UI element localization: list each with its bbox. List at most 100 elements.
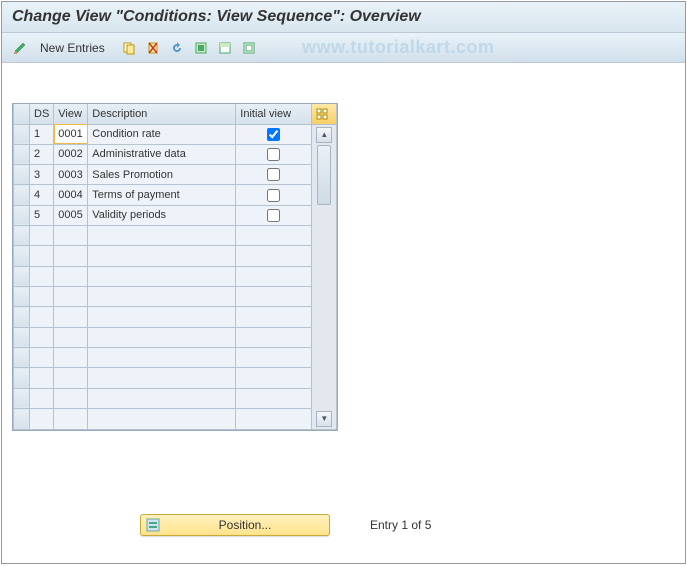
table-row bbox=[14, 266, 337, 286]
cell-initial-view bbox=[236, 409, 312, 429]
cell-ds[interactable] bbox=[30, 388, 54, 408]
row-selector[interactable] bbox=[14, 226, 30, 246]
cell-description[interactable]: Administrative data bbox=[88, 144, 236, 164]
cell-description[interactable]: Terms of payment bbox=[88, 185, 236, 205]
row-selector[interactable] bbox=[14, 205, 30, 225]
cell-description[interactable] bbox=[88, 368, 236, 388]
cell-initial-view bbox=[236, 307, 312, 327]
cell-view[interactable]: 0005 bbox=[54, 205, 88, 225]
cell-view[interactable] bbox=[54, 287, 88, 307]
cell-initial-view bbox=[236, 368, 312, 388]
cell-view[interactable] bbox=[54, 388, 88, 408]
table-row: 20002Administrative data bbox=[14, 144, 337, 164]
table-row: 10001Condition rate▲▼ bbox=[14, 124, 337, 144]
cell-ds[interactable] bbox=[30, 348, 54, 368]
cell-description[interactable]: Condition rate bbox=[88, 124, 236, 144]
new-entries-button[interactable]: New Entries bbox=[34, 39, 111, 57]
toggle-display-change-icon[interactable] bbox=[10, 38, 30, 58]
cell-view[interactable] bbox=[54, 226, 88, 246]
cell-ds[interactable] bbox=[30, 327, 54, 347]
cell-description[interactable] bbox=[88, 246, 236, 266]
select-block-icon[interactable] bbox=[215, 38, 235, 58]
initial-view-checkbox[interactable] bbox=[267, 168, 280, 181]
row-selector[interactable] bbox=[14, 409, 30, 429]
position-button[interactable]: Position... bbox=[140, 514, 330, 536]
cell-description[interactable] bbox=[88, 327, 236, 347]
cell-description[interactable]: Validity periods bbox=[88, 205, 236, 225]
column-header-selector[interactable] bbox=[14, 104, 30, 124]
row-selector[interactable] bbox=[14, 185, 30, 205]
toolbar: New Entries www.tutorialkart.com bbox=[2, 33, 685, 63]
cell-initial-view bbox=[236, 205, 312, 225]
initial-view-checkbox[interactable] bbox=[267, 209, 280, 222]
row-selector[interactable] bbox=[14, 246, 30, 266]
initial-view-checkbox[interactable] bbox=[267, 189, 280, 202]
cell-description[interactable] bbox=[88, 307, 236, 327]
row-selector[interactable] bbox=[14, 388, 30, 408]
undo-change-icon[interactable] bbox=[167, 38, 187, 58]
cell-view[interactable] bbox=[54, 307, 88, 327]
cell-view[interactable] bbox=[54, 266, 88, 286]
row-selector[interactable] bbox=[14, 144, 30, 164]
row-selector[interactable] bbox=[14, 266, 30, 286]
cell-ds[interactable]: 5 bbox=[30, 205, 54, 225]
cell-ds[interactable] bbox=[30, 246, 54, 266]
row-selector[interactable] bbox=[14, 287, 30, 307]
cell-ds[interactable] bbox=[30, 266, 54, 286]
cell-ds[interactable] bbox=[30, 409, 54, 429]
cell-ds[interactable]: 3 bbox=[30, 165, 54, 185]
row-selector[interactable] bbox=[14, 165, 30, 185]
row-selector[interactable] bbox=[14, 348, 30, 368]
deselect-all-icon[interactable] bbox=[239, 38, 259, 58]
cell-view[interactable]: 0001 bbox=[54, 124, 88, 144]
cell-view[interactable] bbox=[54, 348, 88, 368]
cell-description[interactable] bbox=[88, 409, 236, 429]
cell-view[interactable] bbox=[54, 327, 88, 347]
row-selector[interactable] bbox=[14, 307, 30, 327]
table-row bbox=[14, 348, 337, 368]
column-header-initial-view[interactable]: Initial view bbox=[236, 104, 312, 124]
table-row bbox=[14, 246, 337, 266]
scroll-down-icon[interactable]: ▼ bbox=[316, 411, 332, 427]
cell-ds[interactable] bbox=[30, 226, 54, 246]
cell-description[interactable] bbox=[88, 287, 236, 307]
initial-view-checkbox[interactable] bbox=[267, 148, 280, 161]
table-row bbox=[14, 307, 337, 327]
cell-description[interactable] bbox=[88, 348, 236, 368]
vertical-scrollbar[interactable]: ▲▼ bbox=[312, 124, 337, 429]
cell-view[interactable]: 0003 bbox=[54, 165, 88, 185]
select-all-icon[interactable] bbox=[191, 38, 211, 58]
row-selector[interactable] bbox=[14, 368, 30, 388]
table-row bbox=[14, 327, 337, 347]
cell-description[interactable] bbox=[88, 388, 236, 408]
cell-ds[interactable]: 1 bbox=[30, 124, 54, 144]
column-header-ds[interactable]: DS bbox=[30, 104, 54, 124]
cell-description[interactable] bbox=[88, 226, 236, 246]
column-header-view[interactable]: View bbox=[54, 104, 88, 124]
cell-ds[interactable]: 2 bbox=[30, 144, 54, 164]
row-selector[interactable] bbox=[14, 124, 30, 144]
cell-view[interactable]: 0004 bbox=[54, 185, 88, 205]
cell-initial-view bbox=[236, 266, 312, 286]
cell-ds[interactable] bbox=[30, 287, 54, 307]
cell-view[interactable] bbox=[54, 368, 88, 388]
delete-icon[interactable] bbox=[143, 38, 163, 58]
cell-ds[interactable] bbox=[30, 368, 54, 388]
cell-ds[interactable]: 4 bbox=[30, 185, 54, 205]
row-selector[interactable] bbox=[14, 327, 30, 347]
view-sequence-table: DS View Description Initial view 10001Co… bbox=[12, 103, 338, 431]
column-header-description[interactable]: Description bbox=[88, 104, 236, 124]
cell-description[interactable] bbox=[88, 266, 236, 286]
cell-view[interactable] bbox=[54, 409, 88, 429]
table-settings-icon[interactable] bbox=[312, 104, 337, 124]
cell-view[interactable]: 0002 bbox=[54, 144, 88, 164]
table-row bbox=[14, 368, 337, 388]
copy-as-icon[interactable] bbox=[119, 38, 139, 58]
scroll-up-icon[interactable]: ▲ bbox=[316, 127, 332, 143]
cell-ds[interactable] bbox=[30, 307, 54, 327]
scroll-thumb[interactable] bbox=[317, 145, 331, 205]
cell-description[interactable]: Sales Promotion bbox=[88, 165, 236, 185]
table-row bbox=[14, 287, 337, 307]
cell-view[interactable] bbox=[54, 246, 88, 266]
initial-view-checkbox[interactable] bbox=[267, 128, 280, 141]
